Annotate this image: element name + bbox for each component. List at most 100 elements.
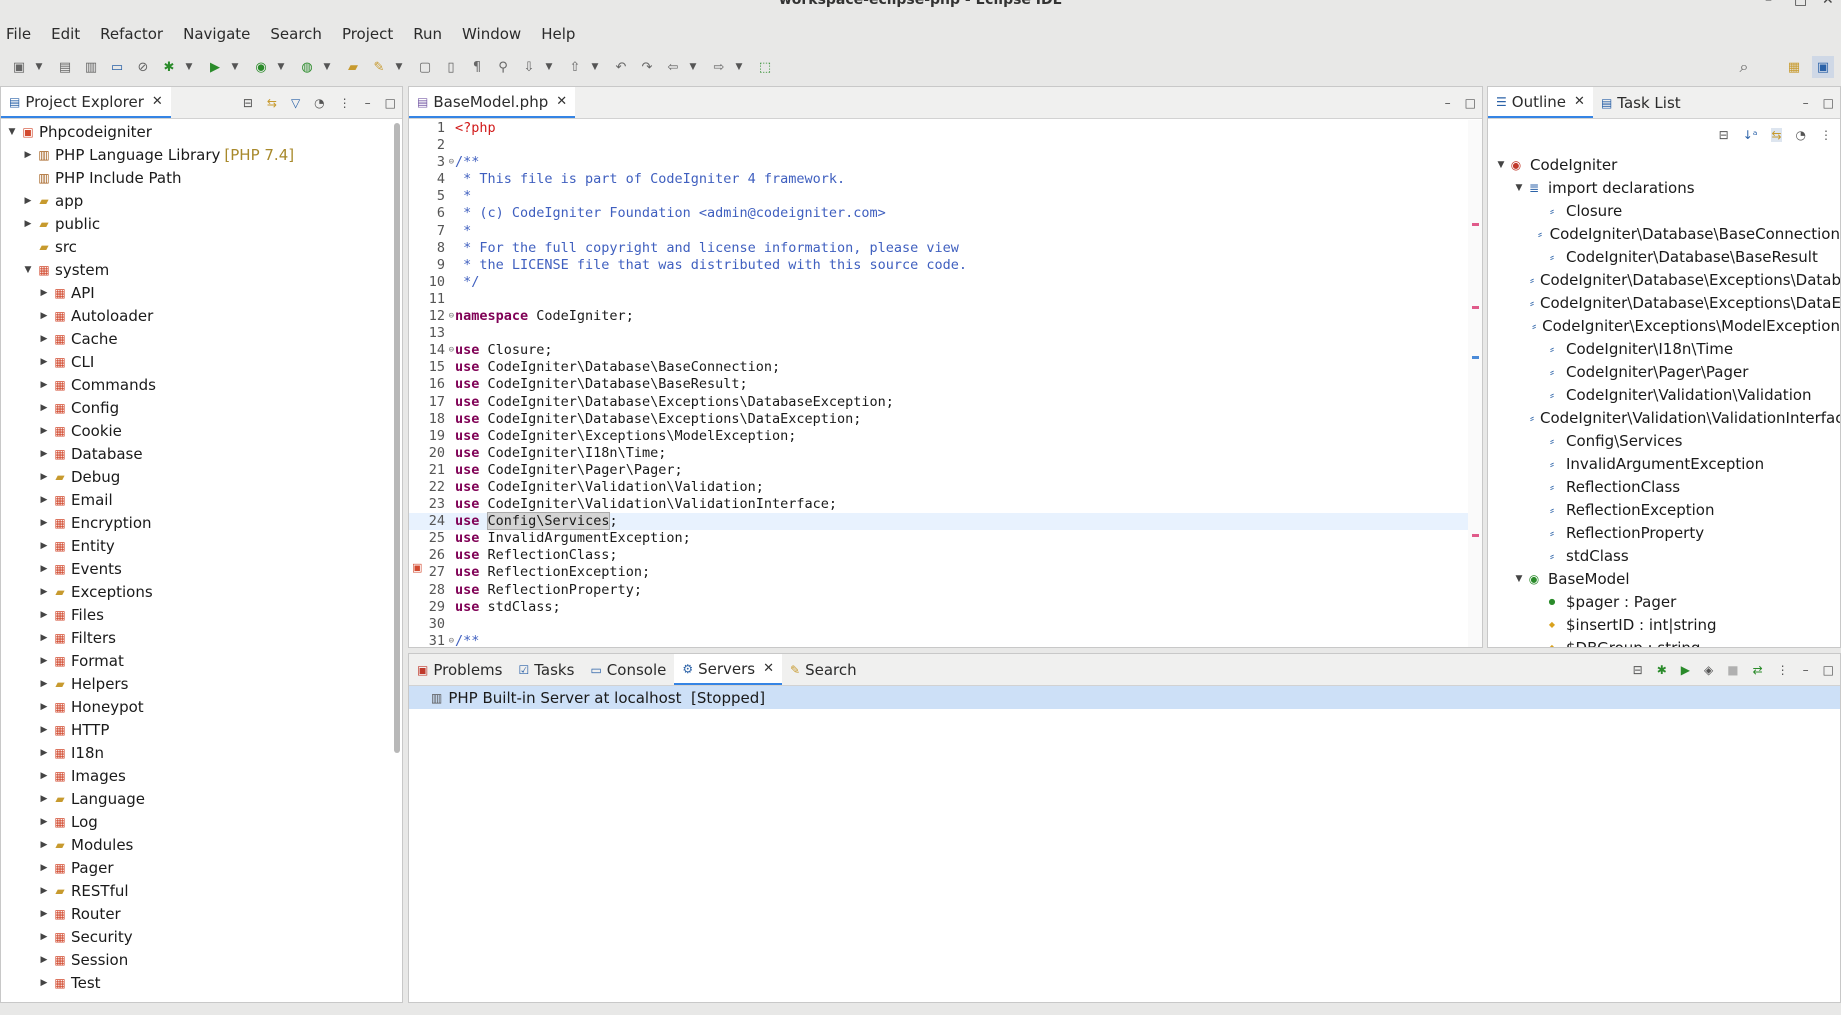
tree-item[interactable]: ▶ ▦ Cache — [1, 327, 392, 350]
outline-item[interactable]: ⸗ ReflectionClass — [1488, 475, 1840, 498]
collapsed-arrow-icon[interactable]: ▶ — [37, 610, 51, 620]
code-line[interactable]: 19 use CodeIgniter\Exceptions\ModelExcept… — [409, 428, 1482, 445]
run-dropdown-icon[interactable]: ▼ — [230, 56, 240, 78]
tree-item[interactable]: ▥ PHP Include Path — [1, 166, 392, 189]
outline-item[interactable]: ⸗ Closure — [1488, 199, 1840, 222]
collapsed-arrow-icon[interactable]: ▶ — [37, 357, 51, 367]
outline-item[interactable]: ⸗ CodeIgniter\Database\BaseResult — [1488, 245, 1840, 268]
maximize-icon[interactable]: □ — [385, 96, 396, 110]
tree-item[interactable]: ▶ ▦ API — [1, 281, 392, 304]
menu-file[interactable]: File — [6, 25, 31, 43]
code-line[interactable]: 12 ⊖ namespace CodeIgniter; — [409, 308, 1482, 325]
next-annotation-icon[interactable]: ⇩ — [518, 56, 540, 78]
collapsed-arrow-icon[interactable]: ▶ — [37, 817, 51, 827]
menu-help[interactable]: Help — [541, 25, 575, 43]
collapsed-arrow-icon[interactable]: ▶ — [37, 518, 51, 528]
search-icon[interactable]: ⌕ — [1733, 56, 1755, 78]
coverage-icon[interactable]: ◉ — [250, 56, 272, 78]
outline-item[interactable]: ⸗ stdClass — [1488, 544, 1840, 567]
tree-item[interactable]: ▶ ▰ Exceptions — [1, 580, 392, 603]
menu-refactor[interactable]: Refactor — [100, 25, 163, 43]
fold-icon[interactable]: ⊖ — [449, 154, 454, 171]
outline-item[interactable]: ⸗ CodeIgniter\Database\Exceptions\DataExc… — [1488, 291, 1840, 314]
code-line[interactable]: 15 use CodeIgniter\Database\BaseConnectio… — [409, 359, 1482, 376]
fold-icon[interactable]: ⊖ — [449, 633, 454, 647]
run-icon[interactable]: ▶ — [204, 56, 226, 78]
maximize-icon[interactable]: □ — [1823, 663, 1834, 677]
outline-item[interactable]: ⸗ ReflectionException — [1488, 498, 1840, 521]
outline-item[interactable]: ▼ ≣ import declarations — [1488, 176, 1840, 199]
tree-item[interactable]: ▶ ▰ Language — [1, 787, 392, 810]
tree-item[interactable]: ▶ ▦ Pager — [1, 856, 392, 879]
outline-item[interactable]: ⸗ CodeIgniter\I18n\Time — [1488, 337, 1840, 360]
ruler-marker[interactable] — [1472, 356, 1479, 359]
code-line[interactable]: 17 use CodeIgniter\Database\Exceptions\Da… — [409, 394, 1482, 411]
menu-search[interactable]: Search — [270, 25, 322, 43]
outline-item[interactable]: ⸗ Config\Services — [1488, 429, 1840, 452]
collapsed-arrow-icon[interactable]: ▶ — [37, 587, 51, 597]
expanded-arrow-icon[interactable]: ▼ — [1512, 574, 1526, 584]
php-perspective-icon[interactable]: ▣ — [1812, 56, 1834, 78]
collapsed-arrow-icon[interactable]: ▶ — [37, 380, 51, 390]
code-line[interactable]: 3 ⊖/** — [409, 154, 1482, 171]
show-whitespace-icon[interactable]: ¶ — [466, 56, 488, 78]
code-line[interactable]: 6 * (c) CodeIgniter Foundation <admin@co… — [409, 205, 1482, 222]
code-line[interactable]: 7 * — [409, 223, 1482, 240]
collapsed-arrow-icon[interactable]: ▶ — [37, 978, 51, 988]
toggle-mark-icon[interactable]: ▢ — [414, 56, 436, 78]
collapsed-arrow-icon[interactable]: ▶ — [37, 932, 51, 942]
focus-icon[interactable]: ◔ — [314, 96, 324, 110]
server-row[interactable]: ▥ PHP Built-in Server at localhost [Stop… — [409, 686, 1840, 709]
code-editor[interactable]: 1 <?php 2 3 ⊖/** 4 * This file is part of Cod… — [409, 120, 1482, 647]
skip-breakpoints-icon[interactable]: ⊘ — [132, 56, 154, 78]
focus-icon[interactable]: ◔ — [1796, 128, 1806, 142]
outline-item[interactable]: ⸗ CodeIgniter\Validation\ValidationInterf… — [1488, 406, 1840, 429]
outline-item[interactable]: ⸗ CodeIgniter\Database\Exceptions\Databas… — [1488, 268, 1840, 291]
collapsed-arrow-icon[interactable]: ▶ — [21, 196, 35, 206]
forward-icon[interactable]: ⇨ — [708, 56, 730, 78]
filter-icon[interactable]: ▽ — [291, 96, 300, 110]
debug-dropdown-icon[interactable]: ▼ — [184, 56, 194, 78]
forward-dropdown-icon[interactable]: ▼ — [734, 56, 744, 78]
tree-item[interactable]: ▶ ▦ I18n — [1, 741, 392, 764]
debug-icon[interactable]: ✱ — [158, 56, 180, 78]
tree-item[interactable]: ▶ ▰ app — [1, 189, 392, 212]
sort-icon[interactable]: ↓ᵃ — [1743, 128, 1758, 142]
code-line[interactable]: 18 use CodeIgniter\Database\Exceptions\Da… — [409, 411, 1482, 428]
outline-item[interactable]: ⸗ CodeIgniter\Pager\Pager — [1488, 360, 1840, 383]
minimize-window-icon[interactable]: – — [1765, 0, 1772, 8]
tree-item[interactable]: ▶ ▦ Entity — [1, 534, 392, 557]
code-line[interactable]: 25 use InvalidArgumentException; — [409, 530, 1482, 547]
code-line[interactable]: 24 use Config\Services; — [409, 512, 1482, 531]
menu-run[interactable]: Run — [413, 25, 442, 43]
outline-item[interactable]: ▼ ◉ CodeIgniter — [1488, 153, 1840, 176]
tree-item[interactable]: ▶ ▦ Format — [1, 649, 392, 672]
collapsed-arrow-icon[interactable]: ▶ — [37, 449, 51, 459]
tree-item[interactable]: ▶ ▦ Config — [1, 396, 392, 419]
outline-item[interactable]: ⸗ CodeIgniter\Database\BaseConnection — [1488, 222, 1840, 245]
collapsed-arrow-icon[interactable]: ▶ — [37, 840, 51, 850]
back-dropdown-icon[interactable]: ▼ — [688, 56, 698, 78]
open-perspective-icon[interactable]: ⬚ — [754, 56, 776, 78]
expanded-arrow-icon[interactable]: ▼ — [1494, 160, 1508, 170]
code-line[interactable]: 10 */ — [409, 274, 1482, 291]
tree-item[interactable]: ▶ ▦ Encryption — [1, 511, 392, 534]
minimize-icon[interactable]: – — [1803, 663, 1809, 677]
previous-annotation-dropdown-icon[interactable]: ▼ — [590, 56, 600, 78]
collapsed-arrow-icon[interactable]: ▶ — [37, 564, 51, 574]
tab-task-list[interactable]: ▤ Task List — [1593, 87, 1689, 118]
tree-item[interactable]: ▶ ▦ Session — [1, 948, 392, 971]
tree-item[interactable]: ▼ ▣ Phpcodeigniter — [1, 120, 392, 143]
outline-item[interactable]: ▼ ◉ BaseModel — [1488, 567, 1840, 590]
tree-item[interactable]: ▶ ▦ Email — [1, 488, 392, 511]
collapsed-arrow-icon[interactable]: ▶ — [37, 955, 51, 965]
collapse-all-icon[interactable]: ⊟ — [1719, 128, 1729, 142]
stop-server-icon[interactable]: ■ — [1727, 663, 1738, 677]
open-type-dropdown-icon[interactable]: ▼ — [394, 56, 404, 78]
code-line[interactable]: 26 use ReflectionClass; — [409, 547, 1482, 564]
collapsed-arrow-icon[interactable]: ▶ — [37, 633, 51, 643]
external-tools-icon[interactable]: ◍ — [296, 56, 318, 78]
code-line[interactable]: 4 * This file is part of CodeIgniter 4 f… — [409, 171, 1482, 188]
minimize-icon[interactable]: – — [365, 96, 371, 110]
collapsed-arrow-icon[interactable]: ▶ — [37, 403, 51, 413]
